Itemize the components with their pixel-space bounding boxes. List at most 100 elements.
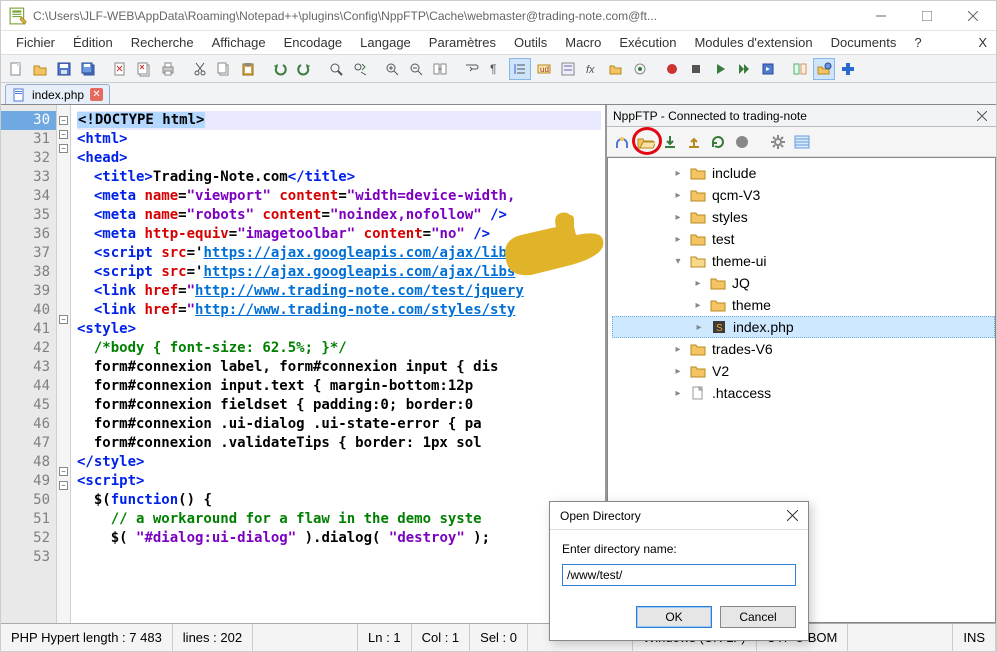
nppftp-toolbar — [607, 127, 996, 157]
tree-node[interactable]: ▸include — [612, 162, 995, 184]
doc-map-icon[interactable] — [557, 58, 579, 80]
close-button[interactable] — [950, 1, 996, 31]
cut-icon[interactable] — [189, 58, 211, 80]
status-ln: Ln : 1 — [358, 624, 412, 651]
tree-node[interactable]: ▸.htaccess — [612, 382, 995, 404]
status-sel: Sel : 0 — [470, 624, 528, 651]
find-icon[interactable] — [325, 58, 347, 80]
svg-text:fx: fx — [586, 64, 595, 76]
zoom-in-icon[interactable] — [381, 58, 403, 80]
folder-panel-icon[interactable] — [605, 58, 627, 80]
menu-documents[interactable]: Documents — [822, 32, 906, 53]
indent-guide-icon[interactable] — [509, 58, 531, 80]
tree-node[interactable]: ▸styles — [612, 206, 995, 228]
replace-icon[interactable] — [349, 58, 371, 80]
open-file-icon[interactable] — [29, 58, 51, 80]
ftp-icon[interactable] — [813, 58, 835, 80]
tree-node[interactable]: ▸trades-V6 — [612, 338, 995, 360]
settings-icon[interactable] — [769, 133, 787, 151]
menu-encoding[interactable]: Encodage — [275, 32, 352, 53]
menu-run[interactable]: Exécution — [610, 32, 685, 53]
lang-icon[interactable]: ud — [533, 58, 555, 80]
tree-node[interactable]: ▸Sindex.php — [612, 316, 995, 338]
menu-view[interactable]: Affichage — [203, 32, 275, 53]
status-col: Col : 1 — [412, 624, 471, 651]
redo-icon[interactable] — [293, 58, 315, 80]
menu-language[interactable]: Langage — [351, 32, 420, 53]
save-macro-icon[interactable] — [757, 58, 779, 80]
play-macro-icon[interactable] — [709, 58, 731, 80]
save-icon[interactable] — [53, 58, 75, 80]
tab-index-php[interactable]: index.php ✕ — [5, 84, 110, 104]
abort-icon[interactable] — [733, 133, 751, 151]
copy-icon[interactable] — [213, 58, 235, 80]
menu-macro[interactable]: Macro — [556, 32, 610, 53]
app-icon — [9, 7, 27, 25]
func-list-icon[interactable]: fx — [581, 58, 603, 80]
code-view[interactable]: <!DOCTYPE html><html><head> <title>Tradi… — [71, 105, 605, 623]
tree-node[interactable]: ▸V2 — [612, 360, 995, 382]
tree-node[interactable]: ▸test — [612, 228, 995, 250]
tree-node[interactable]: ▸JQ — [612, 272, 995, 294]
download-icon[interactable] — [661, 133, 679, 151]
undo-icon[interactable] — [269, 58, 291, 80]
menu-search[interactable]: Recherche — [122, 32, 203, 53]
upload-icon[interactable] — [685, 133, 703, 151]
stop-macro-icon[interactable] — [685, 58, 707, 80]
print-icon[interactable] — [157, 58, 179, 80]
nppftp-title: NppFTP - Connected to trading-note — [613, 109, 974, 123]
tree-node[interactable]: ▸theme — [612, 294, 995, 316]
app-window: C:\Users\JLF-WEB\AppData\Roaming\Notepad… — [0, 0, 997, 652]
tab-close-icon[interactable]: ✕ — [90, 88, 103, 101]
status-length: PHP Hypert length : 7 483 — [1, 624, 173, 651]
menu-settings[interactable]: Paramètres — [420, 32, 505, 53]
dialog-label: Enter directory name: — [562, 542, 796, 556]
titlebar: C:\Users\JLF-WEB\AppData\Roaming\Notepad… — [1, 1, 996, 31]
close-all-icon[interactable] — [133, 58, 155, 80]
zoom-out-icon[interactable] — [405, 58, 427, 80]
messages-icon[interactable] — [793, 133, 811, 151]
editor[interactable]: 3031323334353637383940414243444546474849… — [1, 105, 606, 623]
status-lines: lines : 202 — [173, 624, 253, 651]
menubar: Fichier Édition Recherche Affichage Enco… — [1, 31, 996, 55]
tree-node[interactable]: ▾theme-ui — [612, 250, 995, 272]
tree-node[interactable]: ▸qcm-V3 — [612, 184, 995, 206]
tabs-bar: index.php ✕ — [1, 83, 996, 105]
new-file-icon[interactable] — [5, 58, 27, 80]
ok-button[interactable]: OK — [636, 606, 712, 628]
maximize-button[interactable] — [904, 1, 950, 31]
monitor-icon[interactable] — [629, 58, 651, 80]
minimize-button[interactable] — [858, 1, 904, 31]
svg-text:S: S — [716, 323, 723, 334]
playmulti-macro-icon[interactable] — [733, 58, 755, 80]
menu-edit[interactable]: Édition — [64, 32, 122, 53]
wordwrap-icon[interactable] — [461, 58, 483, 80]
record-macro-icon[interactable] — [661, 58, 683, 80]
compare-icon[interactable] — [789, 58, 811, 80]
open-directory-dialog: Open Directory Enter directory name: OK … — [549, 501, 809, 641]
open-directory-icon[interactable] — [637, 133, 655, 151]
menu-file[interactable]: Fichier — [7, 32, 64, 53]
directory-input[interactable] — [562, 564, 796, 586]
sync-scroll-icon[interactable] — [429, 58, 451, 80]
statusbar: PHP Hypert length : 7 483 lines : 202 Ln… — [1, 623, 996, 651]
refresh-icon[interactable] — [709, 133, 727, 151]
status-ins: INS — [953, 624, 996, 651]
menu-help[interactable]: ? — [905, 32, 930, 53]
nppftp-titlebar: NppFTP - Connected to trading-note — [607, 105, 996, 127]
cancel-button[interactable]: Cancel — [720, 606, 796, 628]
dialog-title: Open Directory — [560, 509, 780, 523]
show-chars-icon[interactable]: ¶ — [485, 58, 507, 80]
menu-tools[interactable]: Outils — [505, 32, 556, 53]
menu-close-tab[interactable]: X — [969, 32, 996, 53]
connect-icon[interactable] — [613, 133, 631, 151]
close-file-icon[interactable] — [109, 58, 131, 80]
save-all-icon[interactable] — [77, 58, 99, 80]
nppftp-close-icon[interactable] — [974, 108, 990, 124]
dialog-close-icon[interactable] — [780, 504, 804, 528]
plugin-icon[interactable] — [837, 58, 859, 80]
menu-plugins[interactable]: Modules d'extension — [685, 32, 821, 53]
tab-label: index.php — [32, 88, 84, 102]
paste-icon[interactable] — [237, 58, 259, 80]
fold-column[interactable]: −−−−−− — [57, 105, 71, 623]
